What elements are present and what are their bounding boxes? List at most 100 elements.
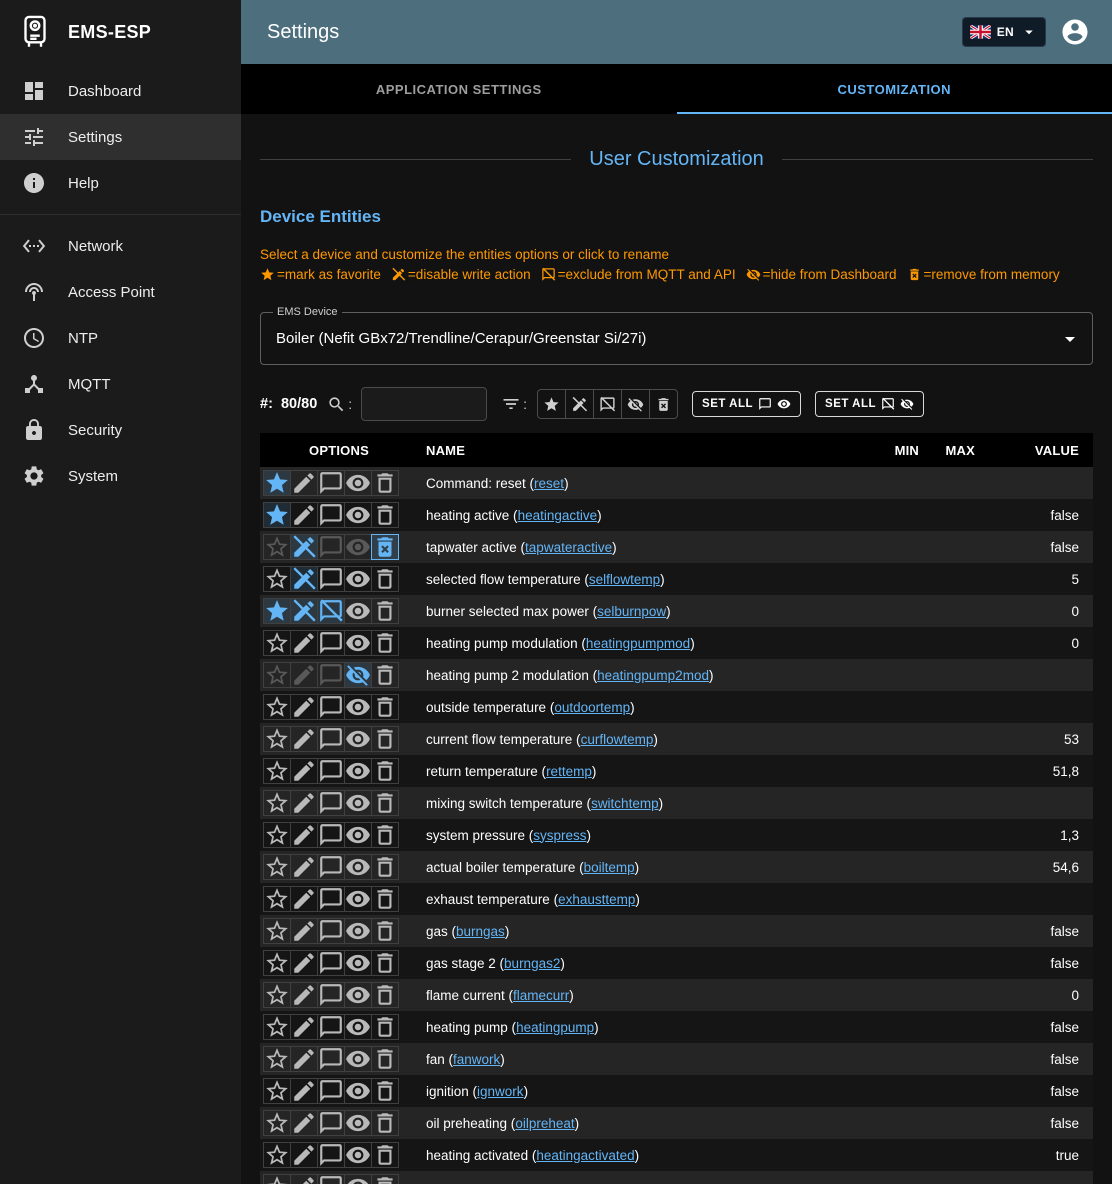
fav-toggle[interactable]: [263, 662, 291, 688]
entity-code-link[interactable]: curflowtemp: [581, 732, 654, 747]
entity-name[interactable]: tapwater active (tapwateractive): [426, 540, 617, 555]
eye-toggle[interactable]: [344, 1174, 372, 1184]
eye-toggle[interactable]: [344, 726, 372, 752]
entity-code-link[interactable]: burngas2: [504, 956, 560, 971]
del-toggle[interactable]: [371, 950, 399, 976]
set-all-hide-button[interactable]: SET ALL: [815, 391, 924, 417]
entity-code-link[interactable]: heatingpump2mod: [597, 668, 709, 683]
mqtt-toggle[interactable]: [317, 598, 345, 624]
entity-name[interactable]: burner selected max power (selburnpow): [426, 604, 671, 619]
tab-customization[interactable]: CUSTOMIZATION: [677, 64, 1112, 114]
eye-toggle[interactable]: [344, 854, 372, 880]
mqtt-toggle[interactable]: [317, 822, 345, 848]
entity-name[interactable]: gas (burngas): [426, 924, 509, 939]
edit-toggle[interactable]: [290, 598, 318, 624]
edit-toggle[interactable]: [290, 630, 318, 656]
eye-toggle[interactable]: [344, 982, 372, 1008]
entity-name[interactable]: oil preheating (oilpreheat): [426, 1116, 579, 1131]
entity-code-link[interactable]: rettemp: [546, 764, 592, 779]
sidebar-item-dashboard[interactable]: Dashboard: [0, 68, 241, 114]
fav-toggle[interactable]: [263, 1014, 291, 1040]
del-toggle[interactable]: [371, 1014, 399, 1040]
eye-toggle[interactable]: [344, 1078, 372, 1104]
del-toggle[interactable]: [371, 598, 399, 624]
mqtt-toggle[interactable]: [317, 1174, 345, 1184]
filter-star-toggle[interactable]: [537, 389, 566, 419]
edit-toggle[interactable]: [290, 918, 318, 944]
del-toggle[interactable]: [371, 1078, 399, 1104]
del-toggle[interactable]: [371, 918, 399, 944]
mqtt-toggle[interactable]: [317, 502, 345, 528]
entity-name[interactable]: heating active (heatingactive): [426, 508, 602, 523]
mqtt-toggle[interactable]: [317, 694, 345, 720]
entity-name[interactable]: selected flow temperature (selflowtemp): [426, 572, 665, 587]
sidebar-item-ntp[interactable]: NTP: [0, 315, 241, 361]
mqtt-toggle[interactable]: [317, 726, 345, 752]
fav-toggle[interactable]: [263, 470, 291, 496]
fav-toggle[interactable]: [263, 694, 291, 720]
eye-toggle[interactable]: [344, 1110, 372, 1136]
entity-name[interactable]: system pressure (syspress): [426, 828, 591, 843]
fav-toggle[interactable]: [263, 534, 291, 560]
eye-toggle[interactable]: [344, 630, 372, 656]
filter-eyeoff-toggle[interactable]: [621, 389, 650, 419]
entity-name[interactable]: outside temperature (outdoortemp): [426, 700, 635, 715]
mqtt-toggle[interactable]: [317, 886, 345, 912]
fav-toggle[interactable]: [263, 982, 291, 1008]
entity-code-link[interactable]: ignwork: [477, 1084, 524, 1099]
entity-name[interactable]: exhaust temperature (exhausttemp): [426, 892, 640, 907]
entity-code-link[interactable]: outdoortemp: [554, 700, 630, 715]
mqtt-toggle[interactable]: [317, 950, 345, 976]
mqtt-toggle[interactable]: [317, 470, 345, 496]
fav-toggle[interactable]: [263, 1110, 291, 1136]
mqtt-toggle[interactable]: [317, 662, 345, 688]
mqtt-toggle[interactable]: [317, 534, 345, 560]
edit-toggle[interactable]: [290, 790, 318, 816]
edit-toggle[interactable]: [290, 982, 318, 1008]
entity-code-link[interactable]: oilpreheat: [515, 1116, 574, 1131]
edit-toggle[interactable]: [290, 822, 318, 848]
eye-toggle[interactable]: [344, 918, 372, 944]
entity-name[interactable]: Command: reset (reset): [426, 476, 569, 491]
mqtt-toggle[interactable]: [317, 982, 345, 1008]
fav-toggle[interactable]: [263, 1078, 291, 1104]
fav-toggle[interactable]: [263, 630, 291, 656]
fav-toggle[interactable]: [263, 950, 291, 976]
filter-deleteforever-toggle[interactable]: [649, 389, 678, 419]
sidebar-item-security[interactable]: Security: [0, 407, 241, 453]
fav-toggle[interactable]: [263, 598, 291, 624]
del-toggle[interactable]: [371, 662, 399, 688]
sidebar-item-network[interactable]: Network: [0, 223, 241, 269]
eye-toggle[interactable]: [344, 1142, 372, 1168]
eye-toggle[interactable]: [344, 1046, 372, 1072]
entity-name[interactable]: heating activated (heatingactivated): [426, 1148, 639, 1163]
edit-toggle[interactable]: [290, 1142, 318, 1168]
edit-toggle[interactable]: [290, 1078, 318, 1104]
del-toggle[interactable]: [371, 1174, 399, 1184]
entity-code-link[interactable]: heatingactive: [518, 508, 598, 523]
del-toggle[interactable]: [371, 566, 399, 592]
edit-toggle[interactable]: [290, 1014, 318, 1040]
del-toggle[interactable]: [371, 1046, 399, 1072]
eye-toggle[interactable]: [344, 1014, 372, 1040]
edit-toggle[interactable]: [290, 470, 318, 496]
del-toggle[interactable]: [371, 886, 399, 912]
mqtt-toggle[interactable]: [317, 918, 345, 944]
mqtt-toggle[interactable]: [317, 566, 345, 592]
mqtt-toggle[interactable]: [317, 1046, 345, 1072]
mqtt-toggle[interactable]: [317, 1078, 345, 1104]
filter-editoff-toggle[interactable]: [565, 389, 594, 419]
edit-toggle[interactable]: [290, 886, 318, 912]
eye-toggle[interactable]: [344, 470, 372, 496]
sidebar-item-access-point[interactable]: Access Point: [0, 269, 241, 315]
del-toggle[interactable]: [371, 1110, 399, 1136]
mqtt-toggle[interactable]: [317, 1110, 345, 1136]
entity-name[interactable]: current flow temperature (curflowtemp): [426, 732, 658, 747]
eye-toggle[interactable]: [344, 758, 372, 784]
edit-toggle[interactable]: [290, 694, 318, 720]
del-toggle[interactable]: [371, 790, 399, 816]
del-toggle[interactable]: [371, 982, 399, 1008]
entity-code-link[interactable]: burngas: [456, 924, 505, 939]
edit-toggle[interactable]: [290, 854, 318, 880]
entity-name[interactable]: ignition (ignwork): [426, 1084, 528, 1099]
